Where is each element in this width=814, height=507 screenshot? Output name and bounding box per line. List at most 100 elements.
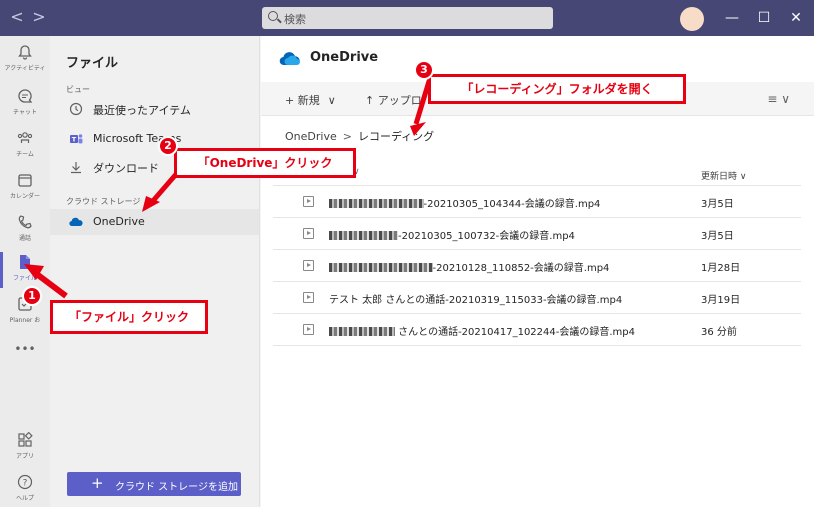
- plus-icon: +: [285, 94, 298, 107]
- panel-title: ファイル: [66, 56, 119, 71]
- file-name-text: -20210128_110852-会議の録音.mp4: [432, 263, 610, 274]
- file-row[interactable]: -20210305_100732-会議の録音.mp4 3月5日: [273, 218, 801, 250]
- search-icon: [268, 11, 278, 21]
- file-row[interactable]: さんとの通話-20210417_102244-会議の録音.mp4 36 分前: [273, 314, 801, 346]
- view-section-label: ビュー: [66, 85, 90, 94]
- breadcrumb-root[interactable]: OneDrive: [285, 130, 337, 143]
- new-label: 新規: [297, 94, 320, 107]
- file-modified: 3月5日: [701, 199, 734, 210]
- add-storage-label: クラウド ストレージを追加: [115, 482, 238, 493]
- rail-item-files[interactable]: ファイル: [0, 250, 50, 292]
- rail-label: アプリ: [15, 453, 34, 460]
- nav-item-onedrive[interactable]: OneDrive: [50, 209, 259, 235]
- step2-callout: 「OneDrive」クリック: [174, 148, 356, 178]
- avatar[interactable]: [680, 7, 704, 31]
- rail-item-apps[interactable]: アプリ: [0, 428, 50, 470]
- view-options-menu[interactable]: ≡ ∨: [767, 92, 790, 106]
- step3-text: 「レコーディング」フォルダを開く: [461, 82, 653, 96]
- video-file-icon: [303, 196, 314, 207]
- minimize-button[interactable]: —: [722, 8, 742, 28]
- column-modified-label: 更新日時: [701, 172, 738, 182]
- redacted-mosaic: [329, 263, 433, 272]
- file-modified: 3月5日: [701, 231, 734, 242]
- rail-label: ヘルプ: [15, 495, 34, 502]
- file-name-text: -20210305_100732-会議の録音.mp4: [398, 231, 575, 242]
- svg-text:T: T: [72, 136, 77, 144]
- file-name-text: さんとの通話-20210417_102244-会議の録音.mp4: [395, 327, 635, 338]
- nav-item-label: 最近使ったアイテム: [93, 104, 191, 117]
- video-file-icon: [303, 324, 314, 335]
- file-name-text: -20210305_104344-会議の録音.mp4: [423, 199, 601, 210]
- file-name[interactable]: さんとの通話-20210417_102244-会議の録音.mp4: [329, 323, 635, 338]
- rail-label: ファイル: [12, 275, 37, 282]
- file-row[interactable]: テスト 太郎 さんとの通話-20210319_115033-会議の録音.mp4 3…: [273, 282, 801, 314]
- file-modified: 3月19日: [701, 295, 741, 306]
- plus-icon: +: [91, 474, 104, 492]
- rail-item-activity[interactable]: アクティビティ: [0, 40, 50, 82]
- rail-item-teams[interactable]: チーム: [0, 126, 50, 168]
- back-button[interactable]: <: [8, 8, 26, 26]
- new-button[interactable]: + 新規 ∨: [285, 92, 336, 108]
- onedrive-icon: [69, 217, 83, 227]
- breadcrumb-separator: >: [342, 130, 352, 143]
- search-input[interactable]: 検索: [262, 7, 553, 29]
- step1-text: 「ファイル」クリック: [68, 310, 189, 324]
- rail-label: カレンダー: [9, 193, 40, 200]
- app-rail: アクティビティ チャット チーム カレンダー 通話 ファイル Planner お…: [0, 36, 50, 507]
- chat-icon: [18, 89, 33, 103]
- file-row[interactable]: -20210128_110852-会議の録音.mp4 1月28日: [273, 250, 801, 282]
- nav-item-recent[interactable]: 最近使ったアイテム: [50, 96, 259, 122]
- column-modified[interactable]: 更新日時 ∨: [701, 169, 746, 182]
- phone-icon: [18, 215, 32, 229]
- video-file-icon: [303, 228, 314, 239]
- rail-label: Planner お: [9, 317, 41, 324]
- clock-icon: [69, 102, 83, 116]
- rail-item-calendar[interactable]: カレンダー: [0, 168, 50, 210]
- breadcrumb-current: レコーディング: [357, 130, 435, 143]
- file-modified: 1月28日: [701, 263, 741, 274]
- file-name[interactable]: -20210305_104344-会議の録音.mp4: [329, 195, 600, 210]
- title-bar: < > 検索 — ☐ ✕: [0, 0, 814, 36]
- upload-icon: ↑: [365, 94, 378, 107]
- video-file-icon: [303, 292, 314, 303]
- nav-item-label: ダウンロード: [93, 162, 159, 175]
- help-icon: ?: [17, 474, 33, 490]
- rail-item-help[interactable]: ? ヘルプ: [0, 470, 50, 507]
- file-name[interactable]: -20210305_100732-会議の録音.mp4: [329, 227, 575, 242]
- maximize-button[interactable]: ☐: [754, 8, 774, 28]
- rail-item-calls[interactable]: 通話: [0, 210, 50, 252]
- rail-label: 通話: [18, 235, 31, 242]
- file-name-text: テスト 太郎 さんとの通話-20210319_115033-会議の録音.mp4: [329, 295, 623, 306]
- rail-label: チャット: [13, 109, 37, 116]
- calendar-icon: [18, 174, 32, 187]
- forward-button[interactable]: >: [30, 8, 48, 26]
- search-placeholder: 検索: [284, 13, 306, 26]
- upload-button[interactable]: ↑ アップロ: [365, 92, 422, 108]
- lines-icon: ≡: [767, 92, 782, 106]
- add-cloud-storage-button[interactable]: + クラウド ストレージを追加: [67, 472, 241, 496]
- step3-badge: 3: [414, 60, 434, 80]
- file-modified: 36 分前: [701, 327, 737, 338]
- redacted-mosaic: [329, 199, 424, 208]
- teams-logo-icon: T: [70, 134, 83, 144]
- rail-item-more[interactable]: •••: [0, 336, 50, 378]
- file-name[interactable]: -20210128_110852-会議の録音.mp4: [329, 259, 609, 274]
- download-icon: [71, 162, 81, 174]
- file-row[interactable]: -20210305_104344-会議の録音.mp4 3月5日: [273, 186, 801, 218]
- onedrive-cloud-icon: [279, 52, 300, 66]
- step2-badge: 2: [158, 136, 178, 156]
- upload-label: アップロ: [377, 94, 422, 107]
- page-title: OneDrive: [310, 50, 379, 65]
- apps-icon: [18, 432, 33, 447]
- close-button[interactable]: ✕: [786, 8, 806, 28]
- video-file-icon: [303, 260, 314, 271]
- rail-label: アクティビティ: [4, 65, 46, 72]
- chevron-down-icon: ∨: [739, 172, 747, 182]
- cloud-section-label: クラウド ストレージ: [66, 197, 141, 206]
- rail-item-chat[interactable]: チャット: [0, 84, 50, 126]
- file-name[interactable]: テスト 太郎 さんとの通話-20210319_115033-会議の録音.mp4: [329, 291, 622, 306]
- step3-callout: 「レコーディング」フォルダを開く: [428, 74, 686, 104]
- nav-item-label: OneDrive: [93, 215, 145, 228]
- files-panel: ファイル ビュー 最近使ったアイテム T Microsoft Teams ダウン…: [50, 36, 260, 507]
- step1-badge: 1: [22, 286, 42, 306]
